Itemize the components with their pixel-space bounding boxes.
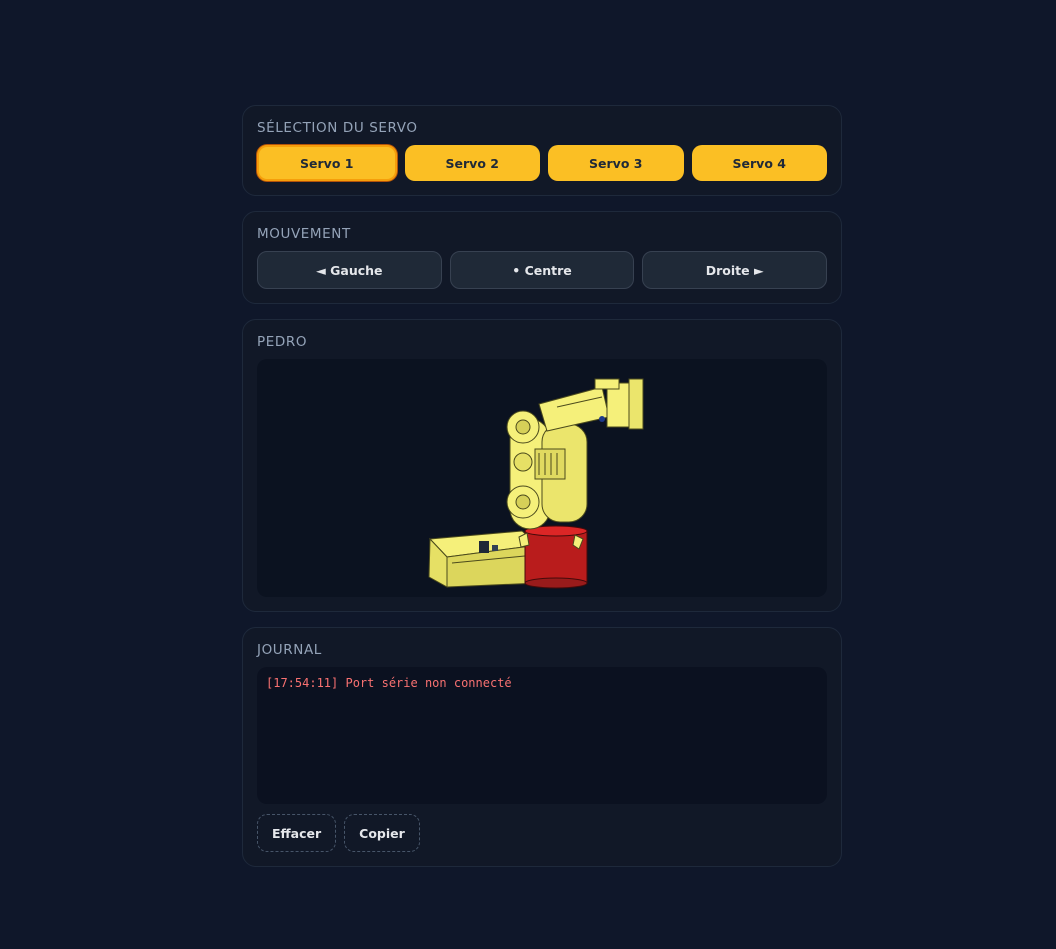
robot-arm-model: [428, 378, 644, 589]
clear-log-button[interactable]: Effacer: [257, 814, 337, 852]
servo-3-button[interactable]: Servo 3: [548, 145, 684, 181]
servo-button-row: Servo 1 Servo 2 Servo 3 Servo 4: [257, 145, 827, 181]
gripper-part: [538, 378, 644, 432]
servo-1-button[interactable]: Servo 1: [257, 145, 397, 181]
log-actions: Effacer Copier: [257, 814, 827, 852]
servo-selection-card: SÉLECTION DU SERVO Servo 1 Servo 2 Servo…: [242, 105, 842, 196]
base-part: [518, 525, 588, 589]
movement-button-row: ◄ Gauche • Centre Droite ►: [257, 251, 828, 289]
log-card: JOURNAL [17:54:11] Port série non connec…: [242, 627, 842, 867]
movement-card: MOUVEMENT ◄ Gauche • Centre Droite ►: [242, 211, 842, 304]
control-panel: SÉLECTION DU SERVO Servo 1 Servo 2 Servo…: [242, 105, 842, 882]
model-title: PEDRO: [257, 334, 308, 350]
move-right-button[interactable]: Droite ►: [642, 251, 828, 289]
model-card: PEDRO: [242, 319, 842, 612]
3d-viewport[interactable]: [257, 359, 827, 597]
move-center-button[interactable]: • Centre: [449, 251, 635, 289]
servo-4-button[interactable]: Servo 4: [691, 145, 827, 181]
move-left-button[interactable]: ◄ Gauche: [257, 251, 442, 289]
servo-2-button[interactable]: Servo 2: [404, 145, 540, 181]
copy-log-button[interactable]: Copier: [344, 814, 420, 852]
log-line: [17:54:11] Port série non connecté: [266, 676, 512, 690]
log-title: JOURNAL: [257, 642, 322, 658]
servo-selection-title: SÉLECTION DU SERVO: [257, 120, 418, 136]
movement-title: MOUVEMENT: [257, 226, 351, 242]
log-output: [17:54:11] Port série non connecté: [257, 667, 827, 804]
